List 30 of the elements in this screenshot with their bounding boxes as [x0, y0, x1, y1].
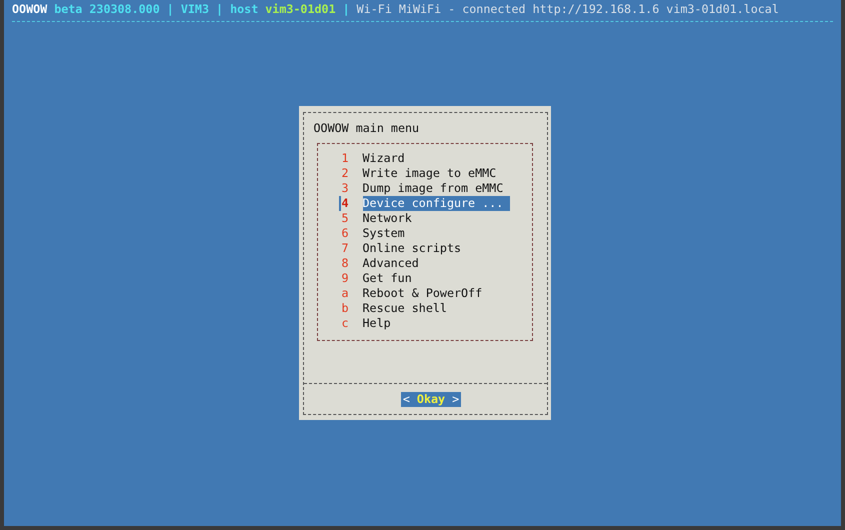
- menu-item[interactable]: Dump image from eMMC: [362, 181, 510, 196]
- menu-item[interactable]: Get fun: [362, 271, 419, 286]
- menu-item[interactable]: Wizard: [362, 151, 412, 166]
- menu-hotkey: 7: [342, 241, 350, 256]
- menu-item[interactable]: Network: [362, 211, 419, 226]
- menu-hotkey: c: [342, 316, 350, 331]
- okay-button[interactable]: < Okay >: [400, 392, 462, 406]
- menu-hotkey: 3: [342, 181, 350, 196]
- menu-item[interactable]: Device configure ...: [362, 196, 510, 211]
- menu-hotkey: 8: [342, 256, 350, 271]
- menu-item[interactable]: Write image to eMMC: [362, 166, 504, 181]
- menu-hotkey: 5: [342, 211, 350, 226]
- menu-hotkey: 1: [342, 151, 350, 166]
- menu-hotkey: a: [342, 286, 350, 301]
- menu-item[interactable]: Help: [362, 316, 398, 331]
- status-text: vim3-01d01: [265, 2, 336, 18]
- menu-hotkey: b: [342, 301, 350, 316]
- dialog-title: OOWOW main menu: [312, 120, 420, 136]
- menu-hotkey: 6: [342, 226, 350, 241]
- status-text: Wi-Fi MiWiFi - connected http://192.168.1.6 vim3-01d01.local: [356, 2, 779, 18]
- status-text: OOWOW: [12, 2, 48, 18]
- status-text: |: [342, 2, 350, 18]
- menu-item[interactable]: Reboot & PowerOff: [362, 286, 490, 301]
- menu-item[interactable]: Rescue shell: [362, 301, 454, 316]
- menu-item[interactable]: Online scripts: [362, 241, 468, 256]
- menu-item[interactable]: System: [362, 226, 412, 241]
- menu-item[interactable]: Advanced: [362, 256, 426, 271]
- status-text: beta 230308.000 | VIM3 | host: [54, 2, 258, 18]
- menu-hotkey: 9: [342, 271, 350, 286]
- menu-hotkey: 2: [342, 166, 350, 181]
